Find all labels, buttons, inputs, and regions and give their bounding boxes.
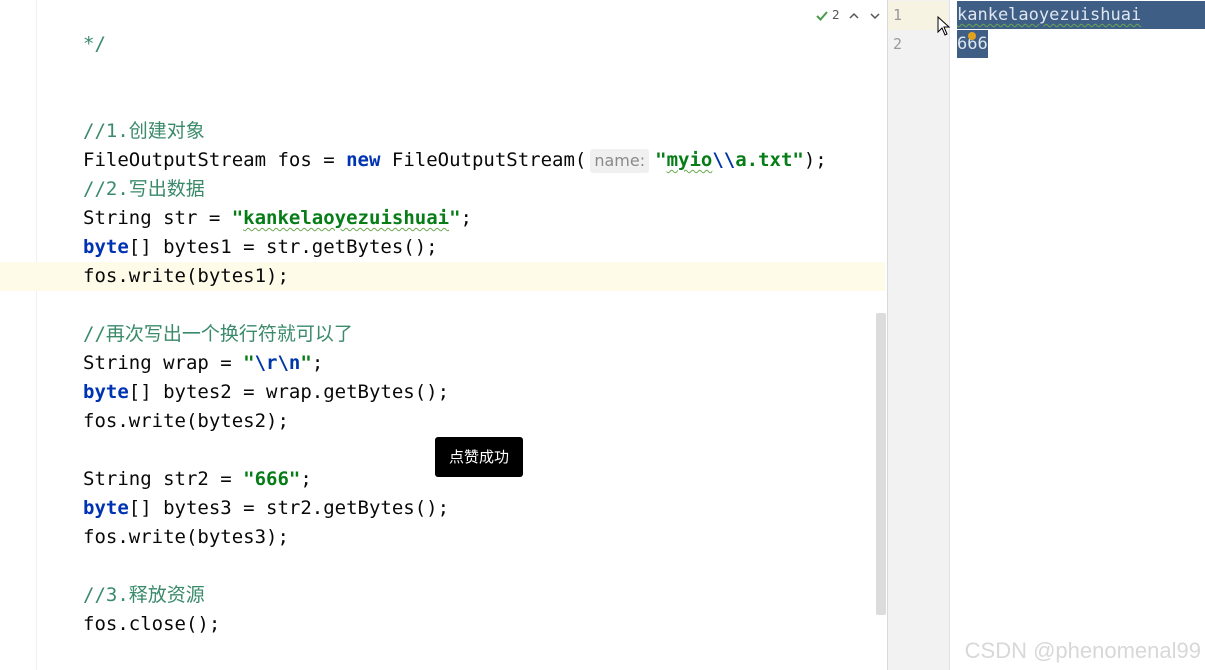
chevron-down-icon[interactable] — [869, 5, 881, 25]
code-text: fos.write(bytes3); — [83, 526, 289, 548]
code-text: String wrap = — [83, 352, 244, 374]
code-line: fos.close(); — [83, 610, 220, 639]
string-literal: " — [243, 352, 255, 374]
string-literal: "666" — [243, 468, 301, 490]
string-literal: " — [300, 352, 312, 374]
code-text: ; — [311, 352, 324, 374]
code-text: FileOutputStream fos = — [83, 149, 347, 171]
code-text: FileOutputStream( — [380, 149, 587, 171]
line-number: 1 — [893, 6, 903, 24]
code-text: String str2 = — [83, 468, 244, 490]
code-line: */ — [83, 30, 106, 59]
line-number: 2 — [893, 35, 903, 53]
inspection-count: 2 — [832, 8, 840, 22]
code-text: ; — [460, 207, 472, 229]
code-line: //2.写出数据 — [83, 175, 205, 204]
code-text: fos.close(); — [83, 613, 221, 635]
escape-sequence: \r\n — [254, 352, 301, 374]
code-text: ; — [300, 468, 312, 490]
code-line: //3.释放资源 — [83, 581, 205, 610]
code-line: //再次写出一个换行符就可以了 — [83, 320, 353, 349]
code-text: [] bytes2 = wrap.getBytes(); — [128, 381, 450, 403]
keyword: byte — [83, 381, 129, 403]
caret-marker-icon — [968, 32, 976, 40]
code-line: byte[] bytes2 = wrap.getBytes(); — [83, 378, 449, 407]
code-editor[interactable]: */ //1.创建对象 FileOutputStream fos = new F… — [0, 0, 887, 670]
check-icon[interactable] — [815, 5, 829, 25]
selected-text: kankelaoyezuishuai — [957, 5, 1142, 25]
keyword: new — [346, 149, 381, 171]
parameter-hint: name: — [590, 149, 650, 173]
string-literal: " — [231, 207, 244, 229]
code-text: [] bytes1 = str.getBytes(); — [128, 236, 438, 258]
file-view-pane[interactable]: kankelaoyezuishuai 666 — [950, 0, 1205, 670]
comment: //1.创建对象 — [83, 120, 205, 142]
file-content-line: kankelaoyezuishuai — [957, 1, 1205, 29]
comment: //3.释放资源 — [83, 584, 205, 606]
code-text: ); — [803, 149, 827, 171]
code-text: String str = — [83, 207, 232, 229]
code-line: fos.write(bytes3); — [83, 523, 289, 552]
code-text: fos.write(bytes1); — [83, 265, 289, 287]
code-line: //1.创建对象 — [83, 117, 205, 146]
chevron-up-icon[interactable] — [848, 5, 860, 25]
string-literal: " — [449, 207, 461, 229]
code-line: byte[] bytes1 = str.getBytes(); — [83, 233, 438, 262]
code-line: byte[] bytes3 = str2.getBytes(); — [83, 494, 449, 523]
code-line: String str = "kankelaoyezuishuai"; — [83, 204, 472, 233]
keyword: byte — [83, 236, 129, 258]
toast-message: 点赞成功 — [435, 437, 523, 477]
mouse-cursor-icon — [937, 15, 951, 36]
escape-sequence: \\ — [712, 149, 736, 171]
string-literal: " — [655, 149, 667, 171]
comment-end: */ — [83, 33, 106, 55]
code-line: fos.write(bytes1); — [83, 262, 289, 291]
code-line: FileOutputStream fos = new FileOutputStr… — [83, 146, 827, 175]
comment: //2.写出数据 — [83, 178, 205, 200]
code-text: [] bytes3 = str2.getBytes(); — [128, 497, 450, 519]
watermark: CSDN @phenomenal99 — [964, 638, 1201, 663]
vertical-scrollbar[interactable] — [876, 313, 886, 615]
code-line: String str2 = "666"; — [83, 465, 312, 494]
string-literal: kankelaoyezuishuai — [243, 207, 450, 229]
keyword: byte — [83, 497, 129, 519]
string-literal: a.txt" — [735, 149, 804, 171]
comment: //再次写出一个换行符就可以了 — [83, 323, 353, 345]
code-line: String wrap = "\r\n"; — [83, 349, 323, 378]
code-text: fos.write(bytes2); — [83, 410, 289, 432]
string-literal: myio — [666, 149, 713, 171]
file-view-gutter: 1 2 — [888, 0, 950, 670]
code-line: fos.write(bytes2); — [83, 407, 289, 436]
editor-gutter — [0, 0, 37, 670]
